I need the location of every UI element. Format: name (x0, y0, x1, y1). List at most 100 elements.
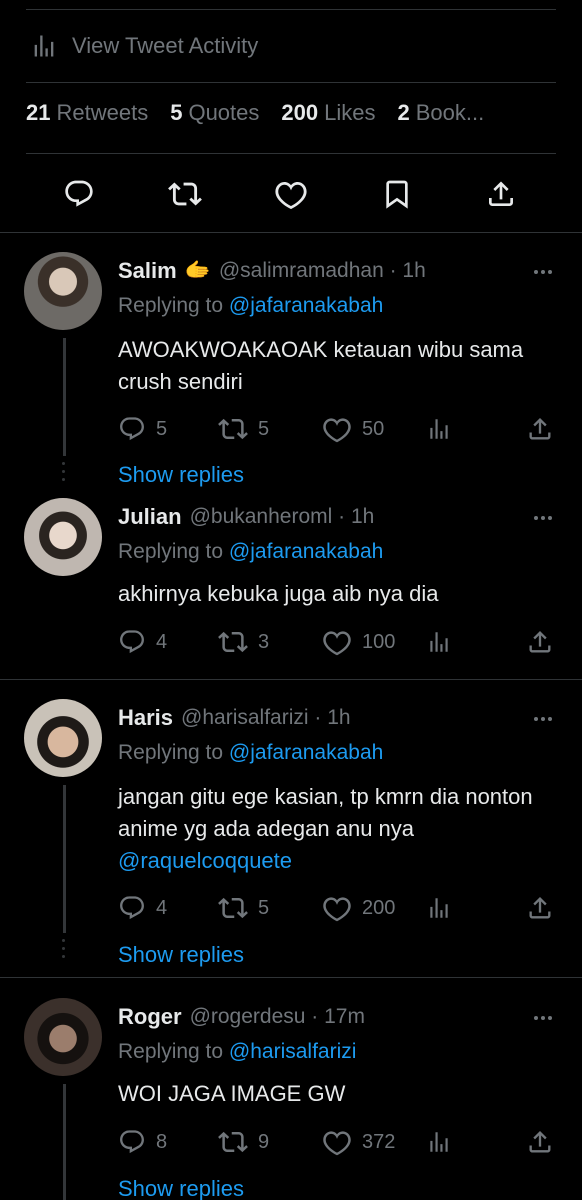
like-count: 372 (362, 1130, 396, 1153)
reply-icon (118, 628, 146, 656)
reply-button[interactable]: 4 (118, 624, 167, 660)
share-button[interactable] (526, 1124, 554, 1160)
quotes-label: Quotes (188, 100, 260, 125)
author-handle-time[interactable]: @bukanheroml · 1h (190, 505, 375, 529)
replying-to-link[interactable]: @jafaranakabah (229, 294, 383, 317)
like-button[interactable] (269, 168, 313, 220)
author-handle-time[interactable]: @harisalfarizi · 1h (181, 706, 351, 730)
more-options-button[interactable] (528, 506, 558, 530)
analytics-icon (426, 894, 452, 922)
avatar[interactable] (24, 252, 102, 330)
show-replies-link[interactable]: Show replies (118, 1176, 244, 1200)
reply-icon (118, 894, 146, 922)
share-icon (485, 178, 517, 210)
avatar[interactable] (24, 699, 102, 777)
replying-to-link[interactable]: @harisalfarizi (229, 1040, 357, 1063)
retweet-button[interactable]: 5 (218, 890, 269, 926)
author-handle-time[interactable]: @rogerdesu · 17m (190, 1005, 365, 1029)
reply-header: Salim 🫱 @salimramadhan · 1h (118, 254, 522, 288)
replying-to-label: Replying to (118, 741, 229, 764)
view-tweet-activity-link[interactable]: View Tweet Activity (30, 26, 258, 66)
reply-button[interactable]: 8 (118, 1124, 167, 1160)
likes-label: Likes (324, 100, 376, 125)
retweet-icon (218, 1127, 248, 1157)
divider (0, 232, 582, 233)
bookmarks-stat[interactable]: 2 Book... (397, 100, 484, 126)
views-button[interactable] (426, 1124, 452, 1160)
author-name[interactable]: Roger (118, 1004, 182, 1030)
show-replies-link[interactable]: Show replies (118, 462, 244, 488)
divider (26, 153, 556, 154)
share-button[interactable] (526, 411, 554, 447)
quotes-stat[interactable]: 5 Quotes (170, 100, 259, 126)
divider (0, 977, 582, 978)
share-icon (526, 628, 554, 656)
more-options-button[interactable] (528, 260, 558, 284)
like-button[interactable]: 200 (322, 890, 395, 926)
reply-icon (118, 1128, 146, 1156)
reply-icon (118, 415, 146, 443)
like-button[interactable]: 100 (322, 624, 395, 660)
retweet-icon (218, 627, 248, 657)
views-button[interactable] (426, 411, 452, 447)
heart-icon (322, 414, 352, 444)
reply-header: Roger @rogerdesu · 17m (118, 1000, 522, 1034)
reply-actions: 8 9 372 (0, 1124, 582, 1160)
bookmark-icon (381, 178, 413, 210)
mention-link[interactable]: @raquelcoqquete (118, 848, 292, 873)
share-button[interactable] (526, 624, 554, 660)
retweets-label: Retweets (56, 100, 149, 125)
tweet-action-bar (0, 168, 582, 220)
retweet-icon (168, 177, 202, 211)
views-button[interactable] (426, 890, 452, 926)
reply-button[interactable]: 5 (118, 411, 167, 447)
likes-stat[interactable]: 200 Likes (281, 100, 375, 126)
bookmark-button[interactable] (375, 168, 419, 220)
author-name[interactable]: Julian (118, 504, 182, 530)
avatar[interactable] (24, 998, 102, 1076)
reply-actions: 4 3 100 (0, 624, 582, 660)
retweets-stat[interactable]: 21 Retweets (26, 100, 148, 126)
retweet-count: 9 (258, 1130, 270, 1153)
analytics-icon (30, 31, 58, 61)
quotes-count: 5 (170, 100, 183, 125)
more-options-button[interactable] (528, 707, 558, 731)
replying-to-label: Replying to (118, 1040, 229, 1063)
author-handle-time[interactable]: @salimramadhan · 1h (219, 259, 426, 283)
avatar[interactable] (24, 498, 102, 576)
share-button[interactable] (526, 890, 554, 926)
retweet-button[interactable]: 9 (218, 1124, 269, 1160)
show-replies-link[interactable]: Show replies (118, 942, 244, 968)
author-name[interactable]: Salim (118, 258, 177, 284)
retweet-count: 5 (258, 417, 270, 440)
reply-count: 5 (156, 417, 168, 440)
retweet-button[interactable] (163, 168, 207, 220)
author-name[interactable]: Haris (118, 705, 173, 731)
reply-header: Haris @harisalfarizi · 1h (118, 701, 522, 735)
retweets-count: 21 (26, 100, 51, 125)
replying-to-link[interactable]: @jafaranakabah (229, 540, 383, 563)
reply-text: akhirnya kebuka juga aib nya dia (118, 581, 439, 606)
retweet-icon (218, 893, 248, 923)
replying-to-link[interactable]: @jafaranakabah (229, 741, 383, 764)
like-count: 100 (362, 630, 396, 653)
reply-button[interactable] (57, 168, 101, 220)
more-options-button[interactable] (528, 1006, 558, 1030)
reply-button[interactable]: 4 (118, 890, 167, 926)
like-button[interactable]: 50 (322, 411, 384, 447)
share-button[interactable] (479, 168, 523, 220)
reply-actions: 5 5 50 (0, 411, 582, 447)
divider (26, 9, 556, 10)
bookmarks-label: Book... (415, 100, 485, 125)
retweet-button[interactable]: 3 (218, 624, 269, 660)
retweet-button[interactable]: 5 (218, 411, 269, 447)
share-icon (526, 894, 554, 922)
retweet-icon (218, 414, 248, 444)
like-button[interactable]: 372 (322, 1124, 395, 1160)
heart-icon (274, 177, 308, 211)
reply-text: jangan gitu ege kasian, tp kmrn dia nont… (118, 781, 562, 877)
views-button[interactable] (426, 624, 452, 660)
replying-to: Replying to @jafaranakabah (118, 741, 383, 765)
analytics-icon (426, 1128, 452, 1156)
share-icon (526, 415, 554, 443)
